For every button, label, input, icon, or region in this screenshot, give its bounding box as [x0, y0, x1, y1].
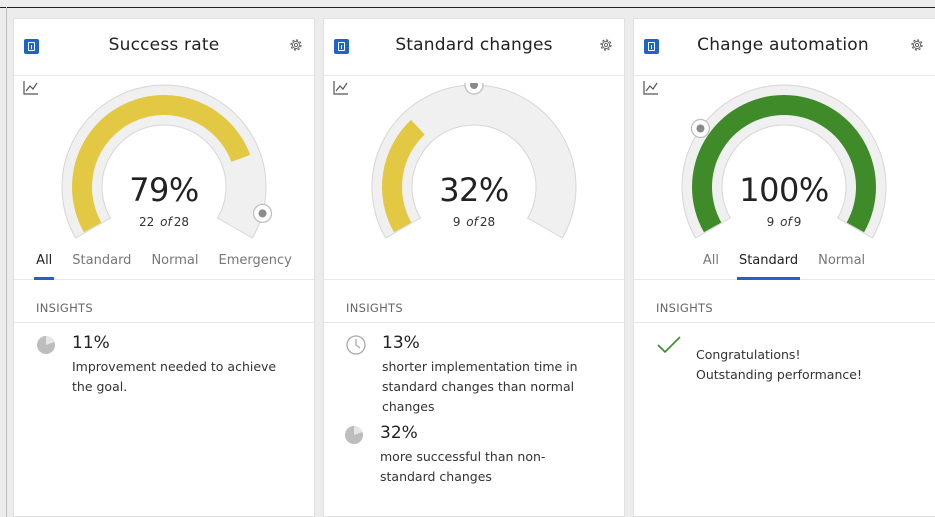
card-title: Standard changes [395, 35, 553, 55]
window-top-border [0, 7, 935, 8]
gauge-percent: 32% [439, 171, 509, 209]
insights-divider [634, 322, 935, 323]
card-title: Success rate [108, 35, 220, 55]
tab-all[interactable]: All [34, 247, 55, 280]
insights-divider [14, 322, 314, 323]
insights-label: INSIGHTS [656, 301, 713, 315]
insights-divider [324, 322, 624, 323]
card-standard-changes: Standard changes 32% 9 of 28 INSIGHTS 13%… [323, 18, 625, 517]
insight-text: more successful than non-standard change… [380, 449, 546, 484]
pie-chart-icon [345, 426, 363, 444]
tab-normal[interactable]: Normal [151, 247, 198, 279]
insights-label: INSIGHTS [346, 301, 403, 315]
standard-changes-gauge [371, 83, 577, 239]
card-header: Success rate [14, 19, 314, 76]
insight-text: Improvement needed to achieve the goal. [72, 359, 277, 394]
card-header: Change automation [634, 19, 935, 76]
gauge-percent: 100% [739, 171, 829, 209]
insights-label: INSIGHTS [36, 301, 93, 315]
gauge-count: 9 of 28 [324, 215, 624, 229]
gauge-count: 22 of 28 [14, 215, 314, 229]
success-rate-gauge [61, 84, 273, 239]
card-success-rate: Success rate 79% 22 of 28 All Standard No… [13, 18, 315, 517]
checkmark-icon [657, 336, 681, 354]
card-change-automation: Change automation 100% 9 of 9 All Standar… [633, 18, 935, 517]
change-automation-gauge [681, 84, 887, 239]
pie-chart-icon [37, 336, 55, 354]
insight-value: 32% [380, 423, 418, 443]
card-header: Standard changes [324, 19, 624, 76]
tab-normal[interactable]: Normal [818, 247, 865, 279]
gauge-count-total: 9 [793, 215, 802, 229]
tab-standard[interactable]: Standard [736, 247, 801, 280]
gauge-count: 9 of 9 [634, 215, 934, 229]
gauge-knob-dot [696, 124, 705, 133]
gauge-count-value: 9 [452, 215, 461, 229]
gauge-count-value: 22 [139, 215, 155, 229]
gauge-count-sep: of [780, 215, 792, 229]
insight-value: 13% [382, 333, 420, 353]
tab-emergency[interactable]: Emergency [219, 247, 292, 279]
gauge-count-total: 28 [479, 215, 496, 229]
tab-all[interactable]: All [703, 247, 719, 279]
tab-standard[interactable]: Standard [72, 247, 131, 279]
gauge-count-total: 28 [173, 215, 189, 229]
info-icon[interactable] [644, 39, 659, 54]
window-left-border [6, 7, 7, 517]
clock-icon [346, 335, 366, 355]
gauge-count-value: 9 [766, 215, 775, 229]
filter-tabs: All Standard Normal Emergency [14, 247, 314, 280]
card-title: Change automation [697, 35, 869, 55]
gear-icon[interactable] [598, 37, 614, 53]
gauge-count-sep: of [466, 215, 478, 229]
congrats-line-1: Congratulations! [696, 347, 801, 362]
gear-icon[interactable] [288, 37, 304, 53]
insight-text: shorter implementation time in standard … [382, 359, 578, 414]
gauge-percent: 79% [129, 171, 199, 209]
gear-icon[interactable] [909, 37, 925, 53]
insight-value: 11% [72, 333, 110, 353]
info-icon[interactable] [334, 39, 349, 54]
filter-tabs: All Standard Normal [634, 247, 935, 280]
gauge-count-sep: of [160, 215, 172, 229]
filter-tabs-empty [324, 247, 624, 280]
congrats-line-2: Outstanding performance! [696, 367, 862, 382]
info-icon[interactable] [24, 39, 39, 54]
congratulations-message: Congratulations! Outstanding performance… [696, 345, 862, 385]
